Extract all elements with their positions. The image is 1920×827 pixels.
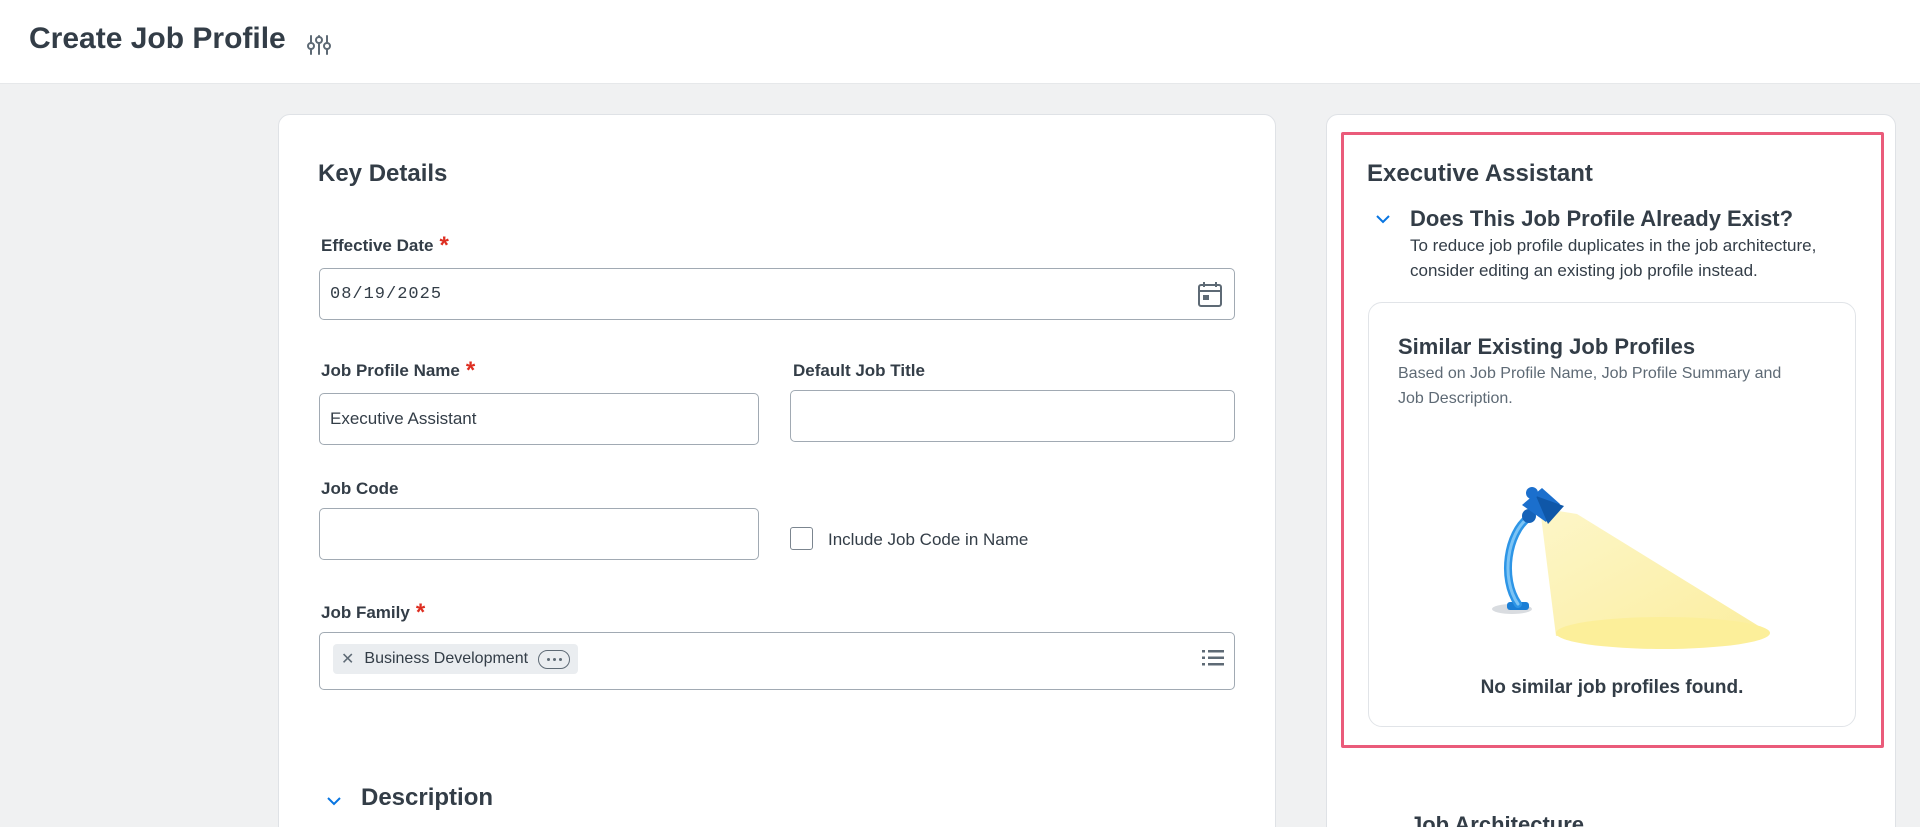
required-indicator: * — [439, 232, 449, 259]
similar-subtitle-1: Based on Job Profile Name, Job Profile S… — [1398, 365, 1782, 382]
similar-title: Similar Existing Job Profiles — [1398, 334, 1696, 359]
sliders-icon[interactable] — [304, 30, 334, 60]
exist-question[interactable]: Does This Job Profile Already Exist? — [1410, 206, 1793, 232]
job-profile-name-value: Executive Assistant — [330, 409, 477, 428]
job-code-label: Job Code — [321, 479, 399, 498]
list-icon[interactable] — [1202, 648, 1224, 673]
effective-date-input[interactable]: 08/19/2025 — [319, 268, 1235, 320]
default-job-title-label: Default Job Title — [793, 361, 925, 380]
page-title: Create Job Profile — [29, 22, 286, 55]
job-profile-name-input[interactable]: Executive Assistant — [319, 393, 759, 445]
job-code-input[interactable] — [319, 508, 759, 560]
effective-date-value: 08/19/2025 — [330, 284, 443, 304]
similar-subtitle-2: Job Description. — [1398, 390, 1513, 407]
default-job-title-input[interactable] — [790, 390, 1235, 442]
lamp-illustration — [1492, 487, 1770, 649]
include-job-code-label: Include Job Code in Name — [828, 530, 1029, 549]
job-architecture-title[interactable]: Job Architecture — [1410, 812, 1584, 827]
required-indicator: * — [415, 599, 426, 626]
job-family-pill-label: Business Development — [364, 650, 529, 667]
empty-message: No similar job profiles found. — [1480, 677, 1744, 698]
exist-text-line-1: To reduce job profile duplicates in the … — [1410, 236, 1817, 255]
job-family-label-text: Job Family — [321, 603, 410, 622]
required-indicator: * — [465, 357, 476, 384]
description-title[interactable]: Description — [361, 784, 493, 812]
page-header: Create Job Profile — [0, 0, 1920, 84]
job-profile-name-label-text: Job Profile Name — [321, 361, 460, 380]
chevron-down-icon[interactable] — [326, 793, 342, 814]
more-options-icon[interactable] — [538, 649, 571, 669]
job-family-label: Job Family * — [321, 597, 426, 626]
job-family-pill: ✕ Business Development — [333, 644, 579, 674]
exist-text-line-2: consider editing an existing job profile… — [1410, 261, 1758, 280]
side-panel-title: Executive Assistant — [1367, 160, 1593, 187]
job-profile-name-label: Job Profile Name * — [321, 355, 476, 384]
include-job-code-checkbox[interactable] — [790, 527, 813, 550]
key-details-title: Key Details — [318, 160, 448, 187]
job-family-input[interactable]: ✕ Business Development — [319, 632, 1235, 690]
calendar-icon[interactable] — [1197, 281, 1223, 313]
remove-icon[interactable]: ✕ — [341, 649, 354, 669]
chevron-down-icon[interactable] — [1375, 211, 1391, 232]
effective-date-label-text: Effective Date — [321, 236, 434, 255]
effective-date-label: Effective Date * — [321, 230, 449, 259]
key-details-card — [278, 114, 1276, 827]
